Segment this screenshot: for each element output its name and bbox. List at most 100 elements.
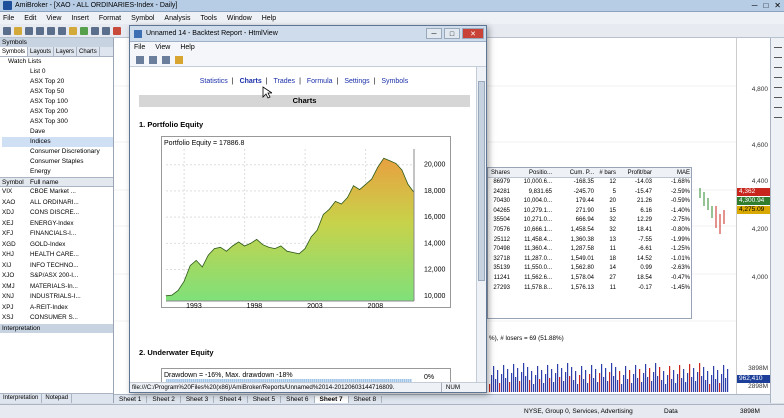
sheet-tab[interactable]: Sheet 6 [281,396,315,403]
symbol-row[interactable]: XFJ FINANCIALS-I... [0,229,113,240]
tree-item[interactable]: Watch Lists [2,57,113,67]
tree-item[interactable]: ASX Top 20 [2,77,113,87]
symbol-row[interactable]: XSJ CONSUMER S... [0,313,113,324]
sheet-tab[interactable]: Sheet 1 [114,396,148,403]
menu-view[interactable]: View [46,15,61,22]
nav-statistics[interactable]: Statistics [200,78,228,85]
scroll-thumb[interactable] [478,81,485,281]
zoom-out-icon[interactable] [102,26,110,35]
table-row[interactable]: 35139 11,550.0... 1,562.80 14 0.99 -2.63% [488,264,691,274]
menu-symbol[interactable]: Symbol [131,15,154,22]
nav-settings[interactable]: Settings [344,78,369,85]
tree-item[interactable]: List 0 [2,67,113,77]
maximize-icon[interactable]: □ [763,1,768,10]
nav-symbols[interactable]: Symbols [381,78,408,85]
fib-tool-icon[interactable] [773,82,782,88]
nav-formula[interactable]: Formula [307,78,333,85]
sheet-tab[interactable]: Sheet 4 [214,396,248,403]
table-row[interactable]: 70430 10,004.0... 179.44 20 21.26 -0.59% [488,197,691,207]
col-bars[interactable]: # bars [594,168,616,177]
symbol-row[interactable]: XGD GOLD-Index [0,240,113,251]
report-maximize-icon[interactable]: □ [444,28,460,39]
tab-symbols[interactable]: Symbols [0,47,29,56]
zoom-in-icon[interactable] [91,26,99,35]
sheet-tab[interactable]: Sheet 8 [349,396,383,403]
sheet-tab[interactable]: Sheet 3 [181,396,215,403]
col-position[interactable]: Positio... [510,168,552,177]
help-icon[interactable] [175,55,183,64]
table-row[interactable]: 04265 10,279.1... 271.90 15 6.16 -1.40% [488,207,691,217]
tree-item[interactable]: ASX Top 100 [2,97,113,107]
table-row[interactable]: 11241 11,562.6... 1,578.04 27 18.54 -0.47% [488,274,691,284]
trades-table[interactable]: Shares Positio... Cum. P... # bars Profi… [487,167,692,319]
menu-analysis[interactable]: Analysis [164,15,190,22]
print-icon[interactable] [36,26,44,35]
table-row[interactable]: 32718 11,287.0... 1,549.01 18 14.52 -1.01% [488,255,691,265]
arrow-tool-icon[interactable] [773,42,782,48]
tree-item[interactable]: Consumer Discretionary [2,147,113,157]
tree-item[interactable]: Consumer Staples [2,157,113,167]
col-fullname[interactable]: Full name [30,178,59,186]
menu-edit[interactable]: Edit [24,15,36,22]
tree-item[interactable]: ASX Top 50 [2,87,113,97]
menu-format[interactable]: Format [99,15,121,22]
play-icon[interactable] [80,26,88,35]
paste-icon[interactable] [69,26,77,35]
tab-layouts[interactable]: Layouts [28,47,55,56]
backtest-report-window[interactable]: Unnamed 14 - Backtest Report - HtmlView … [129,25,487,393]
table-row[interactable]: 86979 10,000.6... -168.35 12 -14.03 -1.68% [488,178,691,188]
close-icon[interactable]: ✕ [774,1,781,10]
table-row[interactable]: 25112 11,458.4... 1,360.38 13 -7.55 -1.99% [488,236,691,246]
sheet-tab[interactable]: Sheet 7 [314,396,349,403]
open-icon[interactable] [14,26,22,35]
nav-trades[interactable]: Trades [274,78,296,85]
save-icon[interactable] [149,55,157,64]
menu-window[interactable]: Window [227,15,252,22]
menu-tools[interactable]: Tools [201,15,217,22]
symbol-row[interactable]: XMJ MATERIALS-In... [0,282,113,293]
save-icon[interactable] [25,26,33,35]
symbol-row[interactable]: XPJ A-REIT-Index [0,303,113,314]
print-icon[interactable] [162,55,170,64]
col-profit-bar[interactable]: Profit/bar [616,168,652,177]
tree-item[interactable]: ASX Top 300 [2,117,113,127]
report-scrollbar[interactable] [476,67,486,384]
nav-charts[interactable]: Charts [240,78,262,85]
symbol-row[interactable]: VIX CBOE Market ... [0,187,113,198]
ellipse-tool-icon[interactable] [773,112,782,118]
tree-item[interactable]: Dave [2,127,113,137]
copy-icon[interactable] [58,26,66,35]
report-close-icon[interactable]: ✕ [462,28,484,39]
menu-file[interactable]: File [3,15,14,22]
col-shares[interactable]: Shares [488,168,510,177]
menu-insert[interactable]: Insert [71,15,89,22]
table-row[interactable]: 70576 10,666.1... 1,458.54 32 18.41 -0.80% [488,226,691,236]
tab-interpretation[interactable]: Interpretation [0,394,43,403]
tree-item[interactable]: ASX Top 200 [2,107,113,117]
report-minimize-icon[interactable]: ─ [426,28,442,39]
sheet-tab[interactable]: Sheet 2 [147,396,181,403]
symbol-row[interactable]: XIJ INFO TECHNO... [0,261,113,272]
col-symbol[interactable]: Symbol [0,178,30,186]
channel-tool-icon[interactable] [773,72,782,78]
table-row[interactable]: 35504 10,271.0... 666.94 32 12.29 -2.75% [488,216,691,226]
symbol-row[interactable]: XDJ CONS DISCRE... [0,208,113,219]
tab-notepad[interactable]: Notepad [42,394,73,403]
new-icon[interactable] [3,26,11,35]
tab-layers[interactable]: Layers [54,47,78,56]
symbol-row[interactable]: XEJ ENERGY-Index [0,219,113,230]
line-tool-icon[interactable] [773,52,782,58]
cut-icon[interactable] [47,26,55,35]
stop-icon[interactable] [113,26,121,35]
symbol-row[interactable]: XHJ HEALTH CARE... [0,250,113,261]
rect-tool-icon[interactable] [773,102,782,108]
tree-item[interactable]: Energy [2,167,113,177]
minimize-icon[interactable]: ─ [752,1,758,10]
text-tool-icon[interactable] [773,92,782,98]
menu-help[interactable]: Help [262,15,276,22]
table-row[interactable]: 70498 11,360.4... 1,287.58 11 -6.61 -1.25% [488,245,691,255]
table-row[interactable]: 24281 9,831.65 -245.70 5 -15.47 -2.59% [488,188,691,198]
sheet-tab[interactable]: Sheet 5 [248,396,282,403]
symbol-row[interactable]: XNJ INDUSTRIALS-I... [0,292,113,303]
symbol-row[interactable]: XJO S&P/ASX 200-I... [0,271,113,282]
